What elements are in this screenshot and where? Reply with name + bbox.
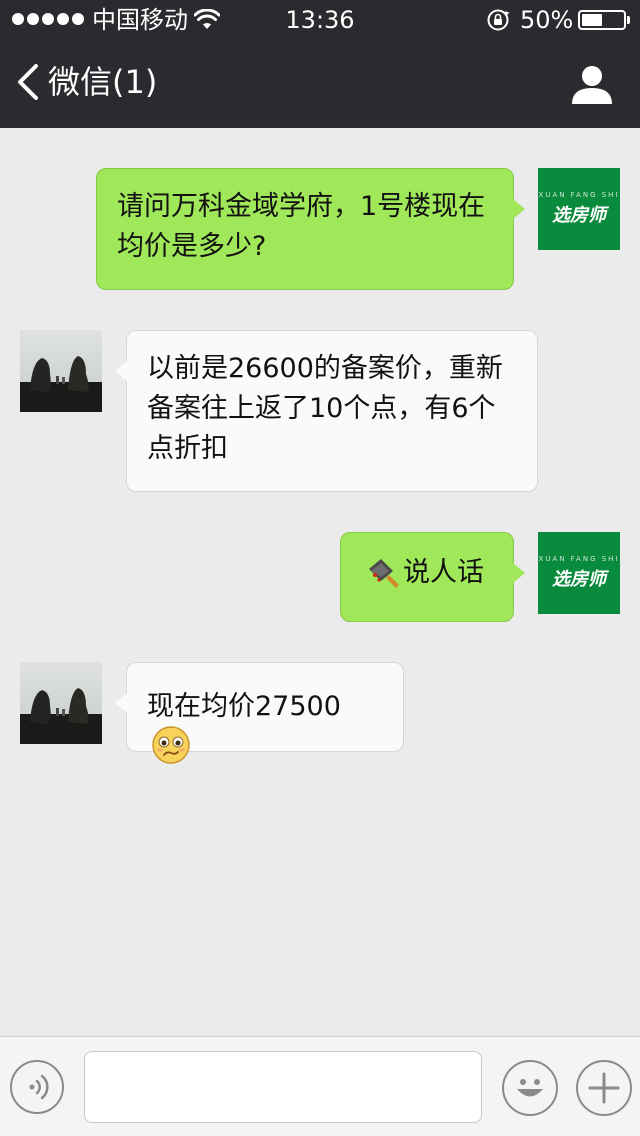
outgoing-message-bubble[interactable]: 请问万科金域学府，1号楼现在均价是多少? (96, 168, 525, 290)
back-button[interactable]: 微信(1) (14, 62, 157, 102)
profile-icon[interactable] (570, 64, 614, 104)
rotation-lock-icon (487, 9, 510, 31)
input-bar (0, 1036, 640, 1136)
incoming-message-bubble[interactable]: 现在均价27500 (115, 662, 404, 764)
brand-avatar-text: 选房师 (552, 569, 606, 590)
more-button[interactable] (576, 1060, 632, 1116)
emoji-icon (517, 1079, 543, 1097)
wechat-chat-screen: 中国移动 13:36 50% 微信(1) 请问万科金域学府，1号楼现在均价是多少… (0, 0, 640, 1136)
battery-icon (578, 10, 630, 30)
battery-percent: 50% (520, 6, 574, 34)
battery-fill (582, 14, 602, 26)
message-text: 说人话 (403, 557, 484, 588)
brand-avatar-subtitle: XUAN FANG SHI (538, 191, 620, 199)
emoji-button[interactable] (502, 1060, 558, 1116)
brand-avatar-text: 选房师 (552, 205, 606, 226)
status-bar: 中国移动 13:36 50% (0, 0, 640, 40)
back-chevron-icon (18, 64, 38, 100)
message-text: 现在均价27500 (147, 691, 341, 722)
brand-avatar-subtitle: XUAN FANG SHI (538, 555, 620, 563)
back-label: 微信(1) (48, 63, 158, 101)
voice-button[interactable] (10, 1060, 64, 1114)
brand-avatar[interactable]: XUAN FANG SHI 选房师 (538, 168, 620, 250)
contact-photo-icon (20, 662, 102, 744)
message-input[interactable] (84, 1051, 482, 1123)
plus-icon (588, 1072, 620, 1104)
contact-avatar[interactable] (20, 330, 102, 412)
incoming-message-bubble[interactable]: 以前是26600的备案价，重新备案往上返了10个点，有6个点折扣 (115, 330, 538, 492)
message-text: 请问万科金域学府，1号楼现在均价是多少? (117, 191, 486, 262)
worried-face-icon (152, 725, 190, 764)
brand-avatar[interactable]: XUAN FANG SHI 选房师 (538, 532, 620, 614)
message-text: 以前是26600的备案价，重新备案往上返了10个点，有6个点折扣 (147, 353, 503, 464)
chat-area[interactable]: 请问万科金域学府，1号楼现在均价是多少? XUAN FANG SHI 选房师 以… (0, 128, 640, 1036)
nav-bar: 微信(1) (0, 40, 640, 128)
cleaver-icon (369, 558, 399, 588)
contact-avatar[interactable] (20, 662, 102, 744)
voice-icon (29, 1074, 49, 1100)
contact-photo-icon (20, 330, 102, 412)
outgoing-message-bubble[interactable]: 说人话 (340, 532, 525, 622)
